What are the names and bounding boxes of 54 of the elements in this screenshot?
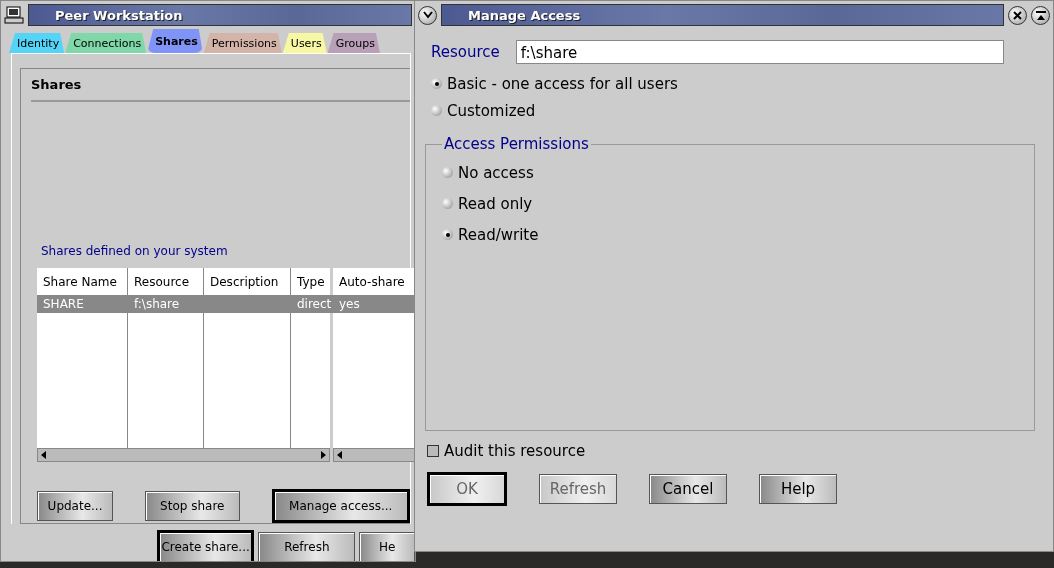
close-icon bbox=[1013, 10, 1022, 20]
radio-button[interactable] bbox=[431, 105, 442, 116]
table-cell: yes bbox=[333, 295, 415, 313]
footer-button[interactable]: He bbox=[359, 532, 415, 561]
computer-icon bbox=[4, 6, 24, 24]
left-arrow-icon[interactable] bbox=[336, 451, 344, 459]
radio-button[interactable] bbox=[442, 198, 453, 209]
page-title: Shares bbox=[31, 77, 410, 102]
right-arrow-icon[interactable] bbox=[319, 451, 327, 459]
maximize-icon bbox=[1035, 10, 1046, 20]
action-button[interactable]: Manage access... bbox=[271, 489, 410, 523]
table-cell: SHARE bbox=[37, 295, 127, 313]
left-arrow-icon[interactable] bbox=[40, 451, 48, 459]
list-caption: Shares defined on your system bbox=[41, 244, 229, 258]
radio-label: Read/write bbox=[458, 225, 539, 244]
group-title: Access Permissions bbox=[443, 135, 590, 153]
tab[interactable]: Users bbox=[282, 33, 327, 53]
footer-button[interactable]: Refresh bbox=[258, 532, 356, 561]
radio-button[interactable] bbox=[431, 78, 442, 89]
tab[interactable]: Groups bbox=[327, 33, 380, 53]
radio-label: No access bbox=[458, 163, 534, 182]
scrollbar[interactable] bbox=[37, 448, 330, 462]
radio-label: Customized bbox=[447, 101, 536, 120]
tab[interactable]: Shares bbox=[147, 29, 203, 53]
tab[interactable]: Identity bbox=[9, 33, 65, 53]
window-title: Peer Workstation bbox=[28, 4, 412, 26]
column-header[interactable]: Type bbox=[291, 268, 333, 295]
radio-label: Read only bbox=[458, 194, 533, 213]
action-button[interactable]: Stop share bbox=[145, 491, 240, 521]
column-header[interactable]: Auto-share bbox=[333, 268, 415, 295]
dialog-title: Manage Access bbox=[441, 4, 1004, 26]
chevron-down-icon bbox=[422, 11, 433, 19]
checkbox[interactable] bbox=[427, 444, 439, 457]
table-cell: direct bbox=[291, 295, 333, 313]
tab[interactable]: Connections bbox=[65, 33, 147, 53]
tab[interactable]: Permissions bbox=[203, 33, 282, 53]
resource-label: Resource bbox=[431, 43, 500, 61]
column-header[interactable]: Share Name bbox=[37, 268, 127, 295]
column-header[interactable]: Resource bbox=[128, 268, 203, 295]
menu-button[interactable] bbox=[418, 5, 437, 25]
action-button[interactable]: Update... bbox=[37, 491, 114, 521]
radio-button[interactable] bbox=[442, 229, 453, 240]
resource-field[interactable]: f:\share bbox=[515, 40, 1004, 64]
scrollbar[interactable] bbox=[333, 448, 415, 462]
close-button[interactable] bbox=[1008, 5, 1027, 25]
checkbox-label: Audit this resource bbox=[444, 441, 586, 460]
maximize-button[interactable] bbox=[1031, 5, 1050, 25]
table-cell: f:\share bbox=[128, 295, 203, 313]
column-header[interactable]: Description bbox=[204, 268, 290, 295]
radio-button[interactable] bbox=[442, 167, 453, 178]
dialog-button[interactable]: Cancel bbox=[649, 474, 727, 504]
radio-label: Basic - one access for all users bbox=[447, 74, 678, 93]
footer-button[interactable]: Create share... bbox=[157, 530, 255, 561]
dialog-button[interactable]: Help bbox=[759, 474, 837, 504]
